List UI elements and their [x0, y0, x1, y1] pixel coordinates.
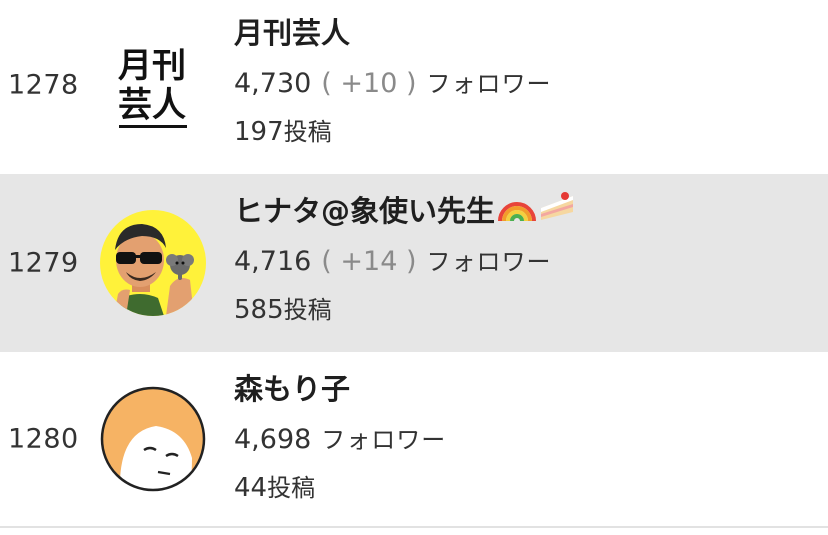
- list-item[interactable]: 1278 月刊 芸人 月刊芸人 4,730 ( +10 ) フォロワー 197投…: [0, 0, 828, 174]
- follower-delta: ( +14 ): [321, 246, 417, 277]
- post-stats: 197投稿: [234, 112, 332, 147]
- rank-number: 1279: [8, 247, 79, 279]
- user-name[interactable]: 月刊芸人: [234, 10, 350, 52]
- post-count: 585: [234, 295, 284, 325]
- follower-count: 4,698: [234, 424, 312, 455]
- user-name[interactable]: ヒナタ@象使い先生: [234, 188, 577, 230]
- list-item[interactable]: 1280 森もり子 4,698 フォロワー 44投稿: [0, 352, 828, 528]
- post-label: 投稿: [267, 474, 316, 502]
- rainbow-icon: [497, 189, 537, 230]
- post-label: 投稿: [283, 118, 332, 146]
- avatar[interactable]: [100, 386, 206, 492]
- follower-label: フォロワー: [426, 248, 552, 276]
- follower-count: 4,716: [234, 246, 312, 277]
- follower-count: 4,730: [234, 68, 312, 99]
- post-count: 197: [234, 117, 284, 147]
- list-item[interactable]: 1279 ヒナタ@象使い先生 4,716 (+14) フォロワー 585投稿: [0, 174, 828, 352]
- post-stats: 585投稿: [234, 290, 332, 325]
- post-stats: 44投稿: [234, 468, 315, 503]
- follower-label: フォロワー: [321, 426, 447, 454]
- rank-number: 1280: [8, 423, 79, 455]
- follower-delta: ( +10 ): [321, 68, 417, 99]
- follower-stats: 4,730 ( +10 ) フォロワー: [234, 64, 552, 99]
- cake-icon: [539, 190, 577, 229]
- follower-stats: 4,698 フォロワー: [234, 420, 446, 455]
- avatar-logo-text: 月刊: [118, 46, 186, 86]
- follower-stats: 4,716 ( +14 ) フォロワー: [234, 242, 552, 277]
- follower-label: フォロワー: [426, 70, 552, 98]
- ranking-list: 1278 月刊 芸人 月刊芸人 4,730 ( +10 ) フォロワー 197投…: [0, 0, 828, 535]
- avatar-logo-text: 芸人: [118, 85, 186, 125]
- user-name[interactable]: 森もり子: [234, 366, 350, 408]
- user-name-text: ヒナタ@象使い先生: [234, 194, 496, 228]
- avatar[interactable]: 月刊 芸人: [100, 32, 206, 138]
- post-count: 44: [234, 473, 268, 503]
- post-label: 投稿: [283, 296, 332, 324]
- avatar[interactable]: [100, 210, 206, 316]
- rank-number: 1278: [8, 69, 79, 101]
